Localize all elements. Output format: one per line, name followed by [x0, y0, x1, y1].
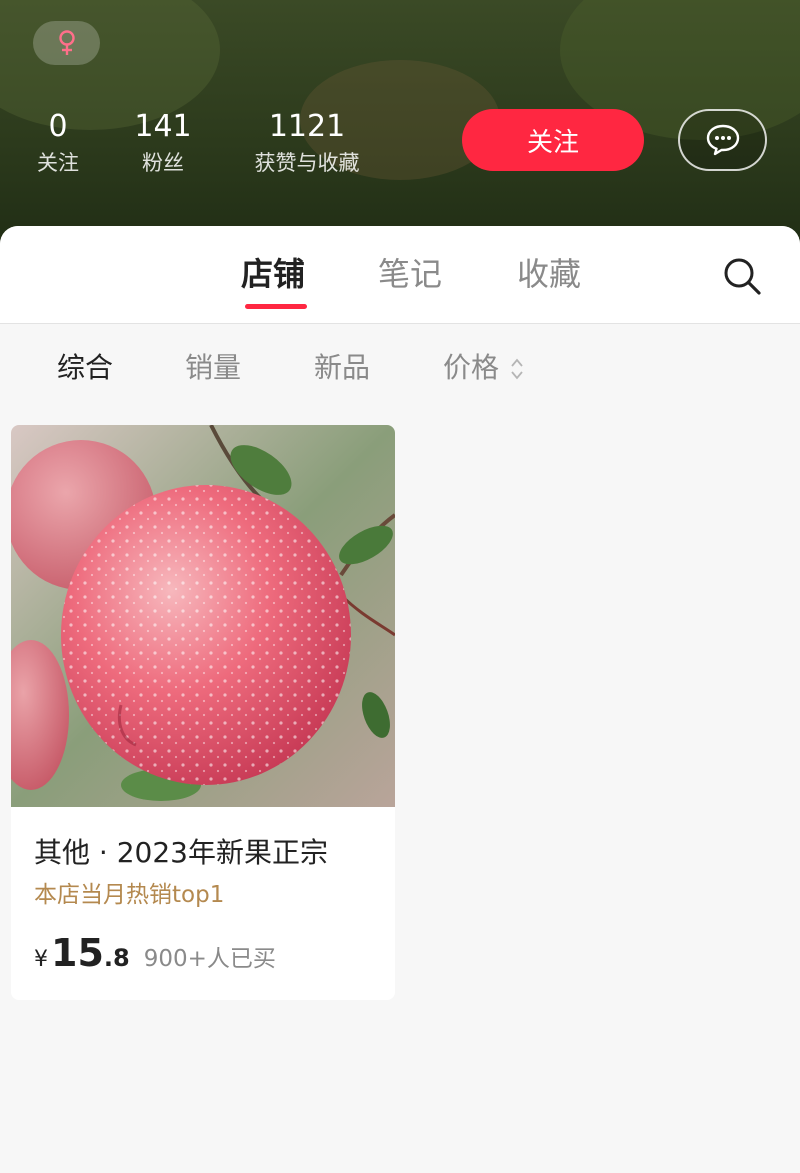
- message-button[interactable]: [678, 109, 767, 171]
- tab-collections[interactable]: 收藏: [517, 252, 581, 296]
- filter-price[interactable]: 价格: [443, 350, 499, 386]
- gender-badge: [33, 21, 100, 65]
- content-sheet: 店铺 笔记 收藏 综合 销量 新品 价格 其他 · 2023年新果正宗 本店当月…: [0, 226, 800, 1173]
- filter-new[interactable]: 新品: [314, 350, 370, 386]
- stat-value: 1121: [268, 109, 346, 144]
- stat-label: 关注: [37, 151, 79, 175]
- chat-bubble-icon: [706, 124, 739, 156]
- currency-symbol: ¥: [34, 947, 48, 972]
- product-tag: 本店当月热销top1: [34, 882, 225, 908]
- stat-label: 粉丝: [142, 151, 184, 175]
- search-icon[interactable]: [722, 256, 762, 296]
- tab-notes[interactable]: 笔记: [378, 252, 442, 296]
- product-card[interactable]: 其他 · 2023年新果正宗 本店当月热销top1 ¥ 15 .8 900+人已…: [11, 425, 395, 1000]
- active-tab-indicator: [245, 304, 307, 309]
- follow-button[interactable]: 关注: [462, 109, 644, 171]
- price-row: ¥ 15 .8 900+人已买: [34, 930, 276, 976]
- stat-label: 获赞与收藏: [254, 151, 360, 175]
- sort-filter-bar: 综合 销量 新品 价格: [0, 324, 800, 414]
- filter-sales[interactable]: 销量: [185, 350, 241, 386]
- tab-bar: 店铺 笔记 收藏: [0, 226, 800, 324]
- price-decimal: .8: [103, 944, 130, 972]
- product-image: [11, 425, 395, 807]
- tab-store[interactable]: 店铺: [241, 252, 305, 296]
- price-integer: 15: [51, 931, 104, 975]
- stat-likes-collections[interactable]: 1121 获赞与收藏: [240, 108, 374, 178]
- sort-updown-icon: [511, 358, 523, 380]
- profile-header: 0 关注 141 粉丝 1121 获赞与收藏 关注: [0, 0, 800, 260]
- female-icon: [58, 30, 75, 55]
- sold-count: 900+人已买: [143, 946, 276, 972]
- stat-value: 0: [48, 109, 68, 144]
- filter-comprehensive[interactable]: 综合: [57, 350, 113, 386]
- stat-followers[interactable]: 141 粉丝: [130, 108, 196, 178]
- stat-value: 141: [134, 109, 192, 144]
- product-title: 其他 · 2023年新果正宗: [34, 836, 328, 869]
- stat-following[interactable]: 0 关注: [30, 108, 86, 178]
